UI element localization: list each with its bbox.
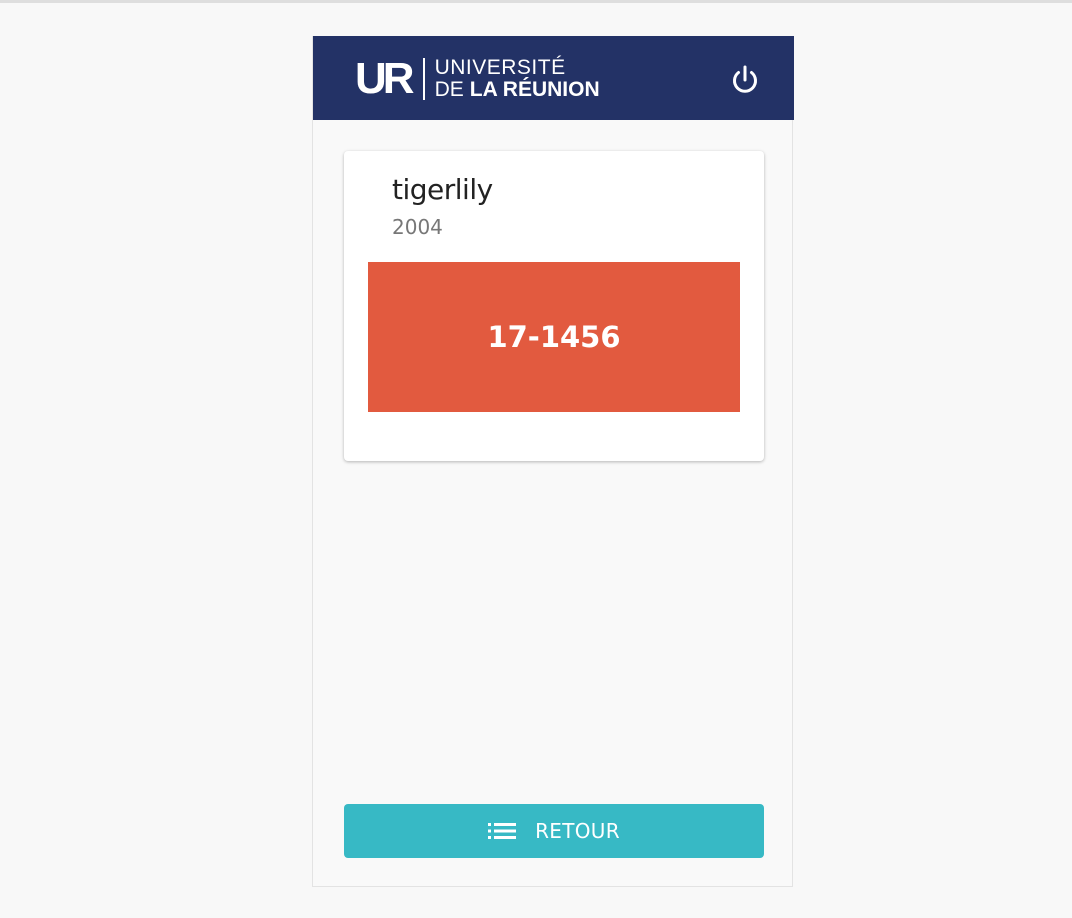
card-subtitle: 2004 <box>392 215 443 239</box>
logo-line-strong: LA RÉUNION <box>469 78 600 101</box>
app-header: UR UNIVERSITÉ DE LA RÉUNION <box>313 36 794 120</box>
power-icon <box>733 65 757 93</box>
app-frame: UR UNIVERSITÉ DE LA RÉUNION tigerlily 200… <box>312 36 794 887</box>
university-logo: UR UNIVERSITÉ DE LA RÉUNION <box>355 56 600 102</box>
logout-button[interactable] <box>727 62 763 98</box>
logo-line-name: DE LA RÉUNION <box>435 79 600 101</box>
card-title: tigerlily <box>392 173 493 206</box>
logo-text: UNIVERSITÉ DE LA RÉUNION <box>435 57 600 101</box>
list-icon <box>488 823 517 839</box>
browser-top-border <box>0 0 1072 3</box>
retour-button[interactable]: RETOUR <box>344 804 764 858</box>
logo-separator <box>422 58 425 100</box>
retour-label: RETOUR <box>535 819 620 843</box>
logo-line-prefix: DE <box>434 78 464 101</box>
logo-mark: UR <box>355 54 415 103</box>
color-code-box: 17-1456 <box>368 262 740 412</box>
logo-line-university: UNIVERSITÉ <box>434 56 566 79</box>
result-card: tigerlily 2004 17-1456 <box>344 151 764 461</box>
color-code: 17-1456 <box>487 320 621 354</box>
